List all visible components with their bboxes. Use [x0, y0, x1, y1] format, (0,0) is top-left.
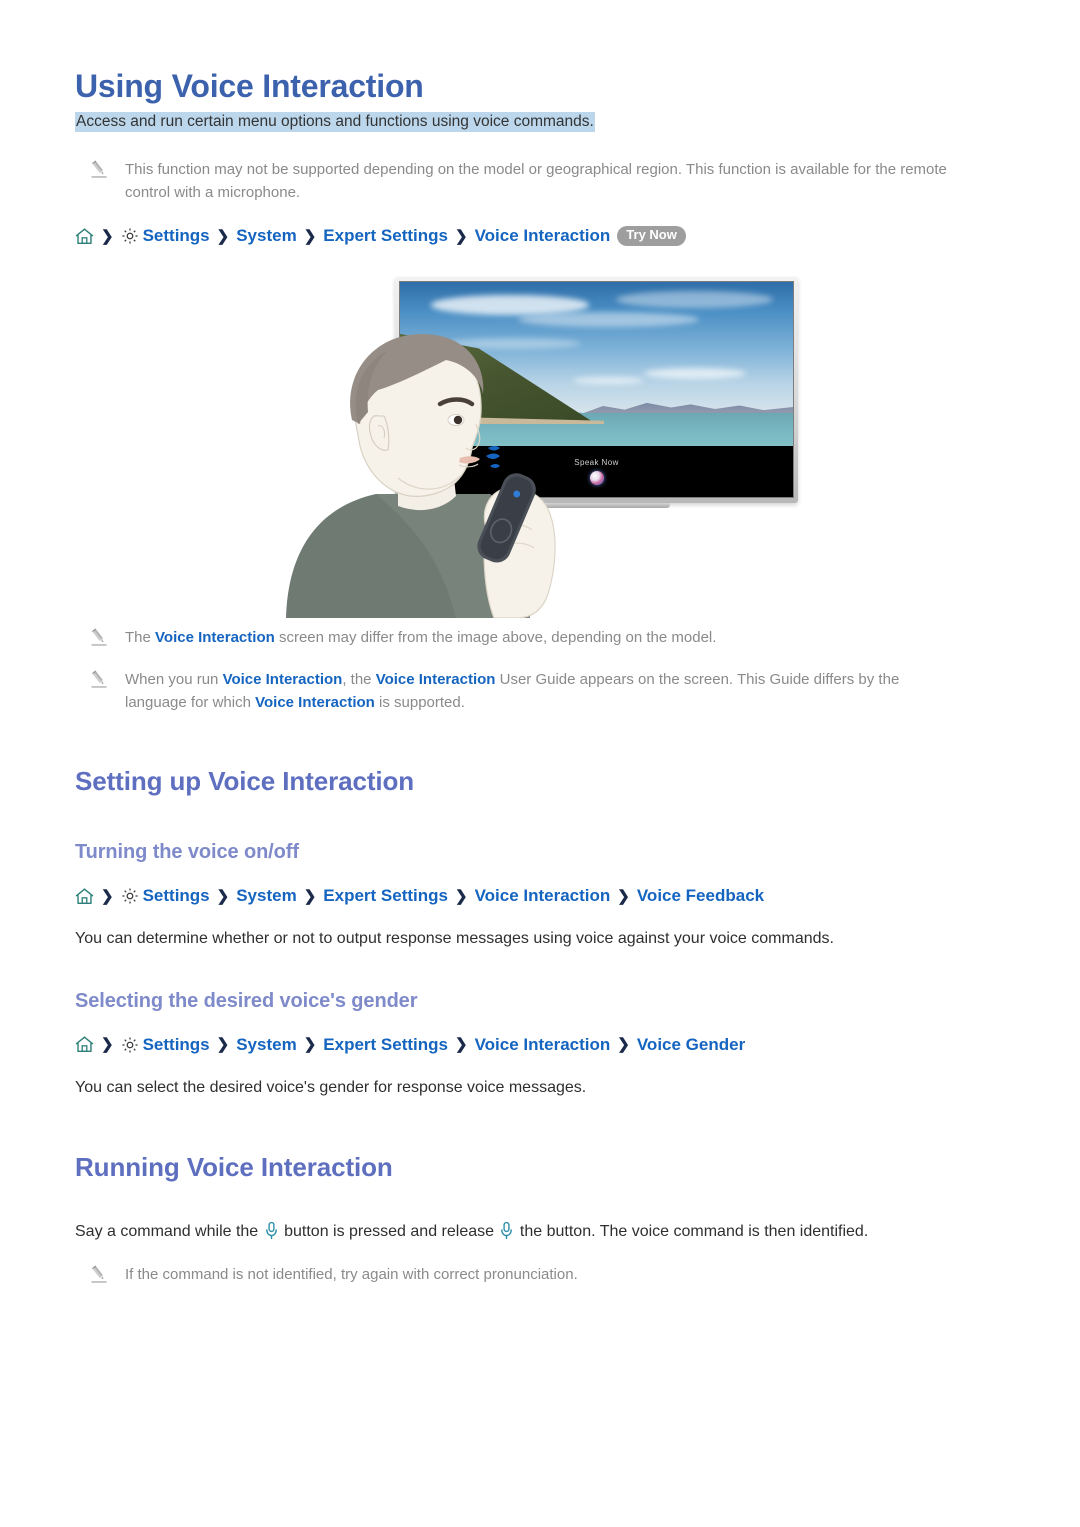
breadcrumb-item-system[interactable]: System: [236, 226, 296, 246]
note-link-voice-interaction: Voice Interaction: [155, 629, 275, 647]
running-text-part-1: Say a command while the: [75, 1223, 263, 1241]
breadcrumb-chevron-icon-0: ❯: [101, 1036, 114, 1054]
page-subtitle-text: Access and run certain menu options and …: [75, 111, 595, 132]
speak-now-label: Speak Now: [574, 458, 619, 467]
home-icon[interactable]: [75, 1035, 94, 1054]
breadcrumb-item-expert-settings[interactable]: Expert Settings: [323, 226, 448, 246]
breadcrumb-item-system[interactable]: System: [236, 886, 296, 906]
breadcrumb-chevron-icon-4: ❯: [617, 887, 630, 905]
gear-icon[interactable]: [121, 1036, 139, 1054]
breadcrumb-item-voice-interaction[interactable]: Voice Interaction: [475, 1035, 611, 1055]
pencil-icon: [89, 627, 109, 647]
note2-link-1: Voice Interaction: [222, 670, 343, 688]
running-text-part-2: button is pressed and release: [279, 1223, 499, 1241]
breadcrumb-chevron-icon-1: ❯: [216, 887, 230, 905]
breadcrumb-item-settings[interactable]: Settings: [143, 226, 210, 246]
note-image-1: The Voice Interaction screen may differ …: [75, 626, 1005, 649]
breadcrumb-chevron-icon-2: ❯: [303, 1036, 317, 1054]
voice-interaction-illustration: Speak Now: [0, 268, 1080, 619]
section-title-running: Running Voice Interaction: [75, 1152, 393, 1183]
try-now-badge[interactable]: Try Now: [617, 226, 686, 247]
pencil-icon: [89, 1264, 109, 1284]
breadcrumb-chevron-icon-0: ❯: [101, 227, 114, 245]
note-top: This function may not be supported depen…: [75, 158, 1005, 205]
breadcrumb-chevron-icon-3: ❯: [454, 1036, 468, 1054]
breadcrumb-voice-feedback[interactable]: ❯ Settings ❯ System ❯ Expert Settings ❯ …: [75, 886, 1005, 906]
breadcrumb-chevron-icon-2: ❯: [303, 887, 317, 905]
note-running: If the command is not identified, try ag…: [75, 1263, 1005, 1286]
body-turning-voice: You can determine whether or not to outp…: [75, 930, 834, 948]
pencil-icon: [89, 669, 109, 689]
page-title: Using Voice Interaction: [75, 68, 424, 104]
microphone-icon: [265, 1221, 278, 1240]
breadcrumb-chevron-icon-0: ❯: [101, 887, 114, 905]
home-icon[interactable]: [75, 227, 94, 246]
breadcrumb-item-voice-interaction[interactable]: Voice Interaction: [475, 886, 611, 906]
home-icon[interactable]: [75, 887, 94, 906]
note-prefix: The: [125, 629, 156, 647]
breadcrumb-item-settings[interactable]: Settings: [143, 1035, 210, 1055]
breadcrumb-voice-gender[interactable]: ❯ Settings ❯ System ❯ Expert Settings ❯ …: [75, 1035, 1005, 1055]
gear-icon[interactable]: [121, 887, 139, 905]
breadcrumb-chevron-icon-1: ❯: [216, 1036, 230, 1054]
breadcrumb-item-expert-settings[interactable]: Expert Settings: [323, 1035, 448, 1055]
breadcrumb-item-voice-interaction[interactable]: Voice Interaction: [475, 226, 611, 246]
note2-link-2: Voice Interaction: [375, 670, 496, 688]
note2-link-3: Voice Interaction: [255, 693, 375, 711]
running-text-part-3: the button. The voice command is then id…: [515, 1223, 869, 1241]
note2-part2: , the: [342, 670, 376, 688]
subsection-title-voice-gender: Selecting the desired voice's gender: [75, 989, 418, 1012]
gear-icon[interactable]: [121, 227, 139, 245]
breadcrumb-item-voice-gender[interactable]: Voice Gender: [637, 1035, 745, 1055]
person-illustration: [280, 328, 580, 619]
note-top-text: This function may not be supported depen…: [125, 160, 947, 202]
microphone-icon: [500, 1221, 513, 1240]
breadcrumb-main[interactable]: ❯ Settings ❯ System ❯ Expert Settings ❯ …: [75, 226, 1005, 247]
breadcrumb-item-voice-feedback[interactable]: Voice Feedback: [637, 886, 764, 906]
document-page: Using Voice Interaction Access and run c…: [0, 0, 1080, 1527]
breadcrumb-chevron-icon-3: ❯: [454, 887, 468, 905]
breadcrumb-chevron-icon-3: ❯: [454, 227, 468, 245]
page-subtitle: Access and run certain menu options and …: [75, 111, 1005, 132]
breadcrumb-item-settings[interactable]: Settings: [143, 886, 210, 906]
note2-part4: is supported.: [374, 693, 465, 711]
breadcrumb-item-system[interactable]: System: [236, 1035, 296, 1055]
breadcrumb-chevron-icon-4: ❯: [617, 1036, 630, 1054]
body-voice-gender: You can select the desired voice's gende…: [75, 1078, 587, 1096]
body-running-voice: Say a command while the button is presse…: [75, 1219, 1005, 1245]
breadcrumb-item-expert-settings[interactable]: Expert Settings: [323, 886, 448, 906]
note2-part1: When you run: [125, 670, 223, 688]
voice-orb-icon: [589, 471, 604, 485]
note-suffix: screen may differ from the image above, …: [274, 629, 717, 647]
note-running-text: If the command is not identified, try ag…: [125, 1265, 578, 1283]
pencil-icon: [89, 159, 109, 179]
subsection-title-turning-voice: Turning the voice on/off: [75, 841, 299, 864]
breadcrumb-chevron-icon-1: ❯: [216, 227, 230, 245]
breadcrumb-chevron-icon-2: ❯: [303, 227, 317, 245]
note-image-2: When you run Voice Interaction, the Voic…: [75, 668, 1005, 715]
section-title-setting-up: Setting up Voice Interaction: [75, 766, 415, 797]
